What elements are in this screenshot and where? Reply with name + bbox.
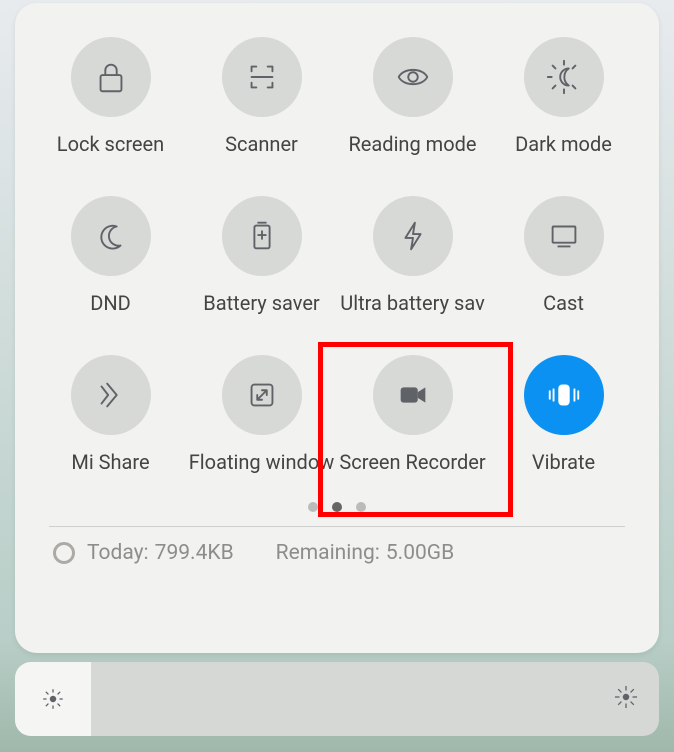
tile-floating-window[interactable]: Floating window xyxy=(186,355,337,474)
tile-label: DND xyxy=(90,291,131,315)
brightness-slider[interactable] xyxy=(15,662,659,736)
tile-screen-recorder[interactable]: Screen Recorder xyxy=(337,355,488,474)
moon-icon xyxy=(71,196,151,276)
tile-battery-saver[interactable]: Battery saver xyxy=(186,196,337,315)
brightness-high-icon xyxy=(613,684,639,714)
page-dot-active xyxy=(332,502,342,512)
tile-vibrate[interactable]: Vibrate xyxy=(488,355,639,474)
today-value: 799.4KB xyxy=(155,541,234,565)
tile-dark-mode[interactable]: Dark mode xyxy=(488,37,639,156)
tile-label: Scanner xyxy=(225,132,298,156)
cast-icon xyxy=(524,196,604,276)
battery-icon xyxy=(222,196,302,276)
floating-window-icon xyxy=(222,355,302,435)
tile-label: Floating window xyxy=(189,450,335,474)
tile-label: Screen Recorder xyxy=(339,450,485,474)
tile-dnd[interactable]: DND xyxy=(35,196,186,315)
tile-label: Battery saver xyxy=(203,291,319,315)
brightness-low-icon xyxy=(15,662,91,736)
page-dot xyxy=(308,502,318,512)
tile-cast[interactable]: Cast xyxy=(488,196,639,315)
quick-settings-panel: Lock screen Scanner Reading mode xyxy=(15,3,659,653)
tile-label: Dark mode xyxy=(515,132,612,156)
today-label: Today: xyxy=(87,541,149,565)
remaining-label: Remaining: xyxy=(276,541,380,565)
tile-label: Ultra battery sav xyxy=(340,291,485,315)
tile-label: Lock screen xyxy=(57,132,164,156)
tile-label: Mi Share xyxy=(71,450,149,474)
bolt-icon xyxy=(373,196,453,276)
tile-grid: Lock screen Scanner Reading mode xyxy=(25,37,649,474)
data-usage-row[interactable]: Today: 799.4KB Remaining: 5.00GB xyxy=(25,527,649,579)
lock-icon xyxy=(71,37,151,117)
remaining-value: 5.00GB xyxy=(386,541,454,565)
tile-label: Reading mode xyxy=(348,132,476,156)
tile-label: Vibrate xyxy=(532,450,595,474)
video-camera-icon xyxy=(373,355,453,435)
dark-mode-icon xyxy=(524,37,604,117)
eye-icon xyxy=(373,37,453,117)
page-dot xyxy=(356,502,366,512)
circle-icon xyxy=(53,542,75,564)
tile-reading-mode[interactable]: Reading mode xyxy=(337,37,488,156)
scanner-icon xyxy=(222,37,302,117)
tile-label: Cast xyxy=(543,291,584,315)
tile-scanner[interactable]: Scanner xyxy=(186,37,337,156)
tile-ultra-battery[interactable]: Ultra battery sav xyxy=(337,196,488,315)
page-indicator[interactable] xyxy=(25,502,649,512)
vibrate-icon xyxy=(524,355,604,435)
tile-lock-screen[interactable]: Lock screen xyxy=(35,37,186,156)
tile-mi-share[interactable]: Mi Share xyxy=(35,355,186,474)
mi-share-icon xyxy=(71,355,151,435)
